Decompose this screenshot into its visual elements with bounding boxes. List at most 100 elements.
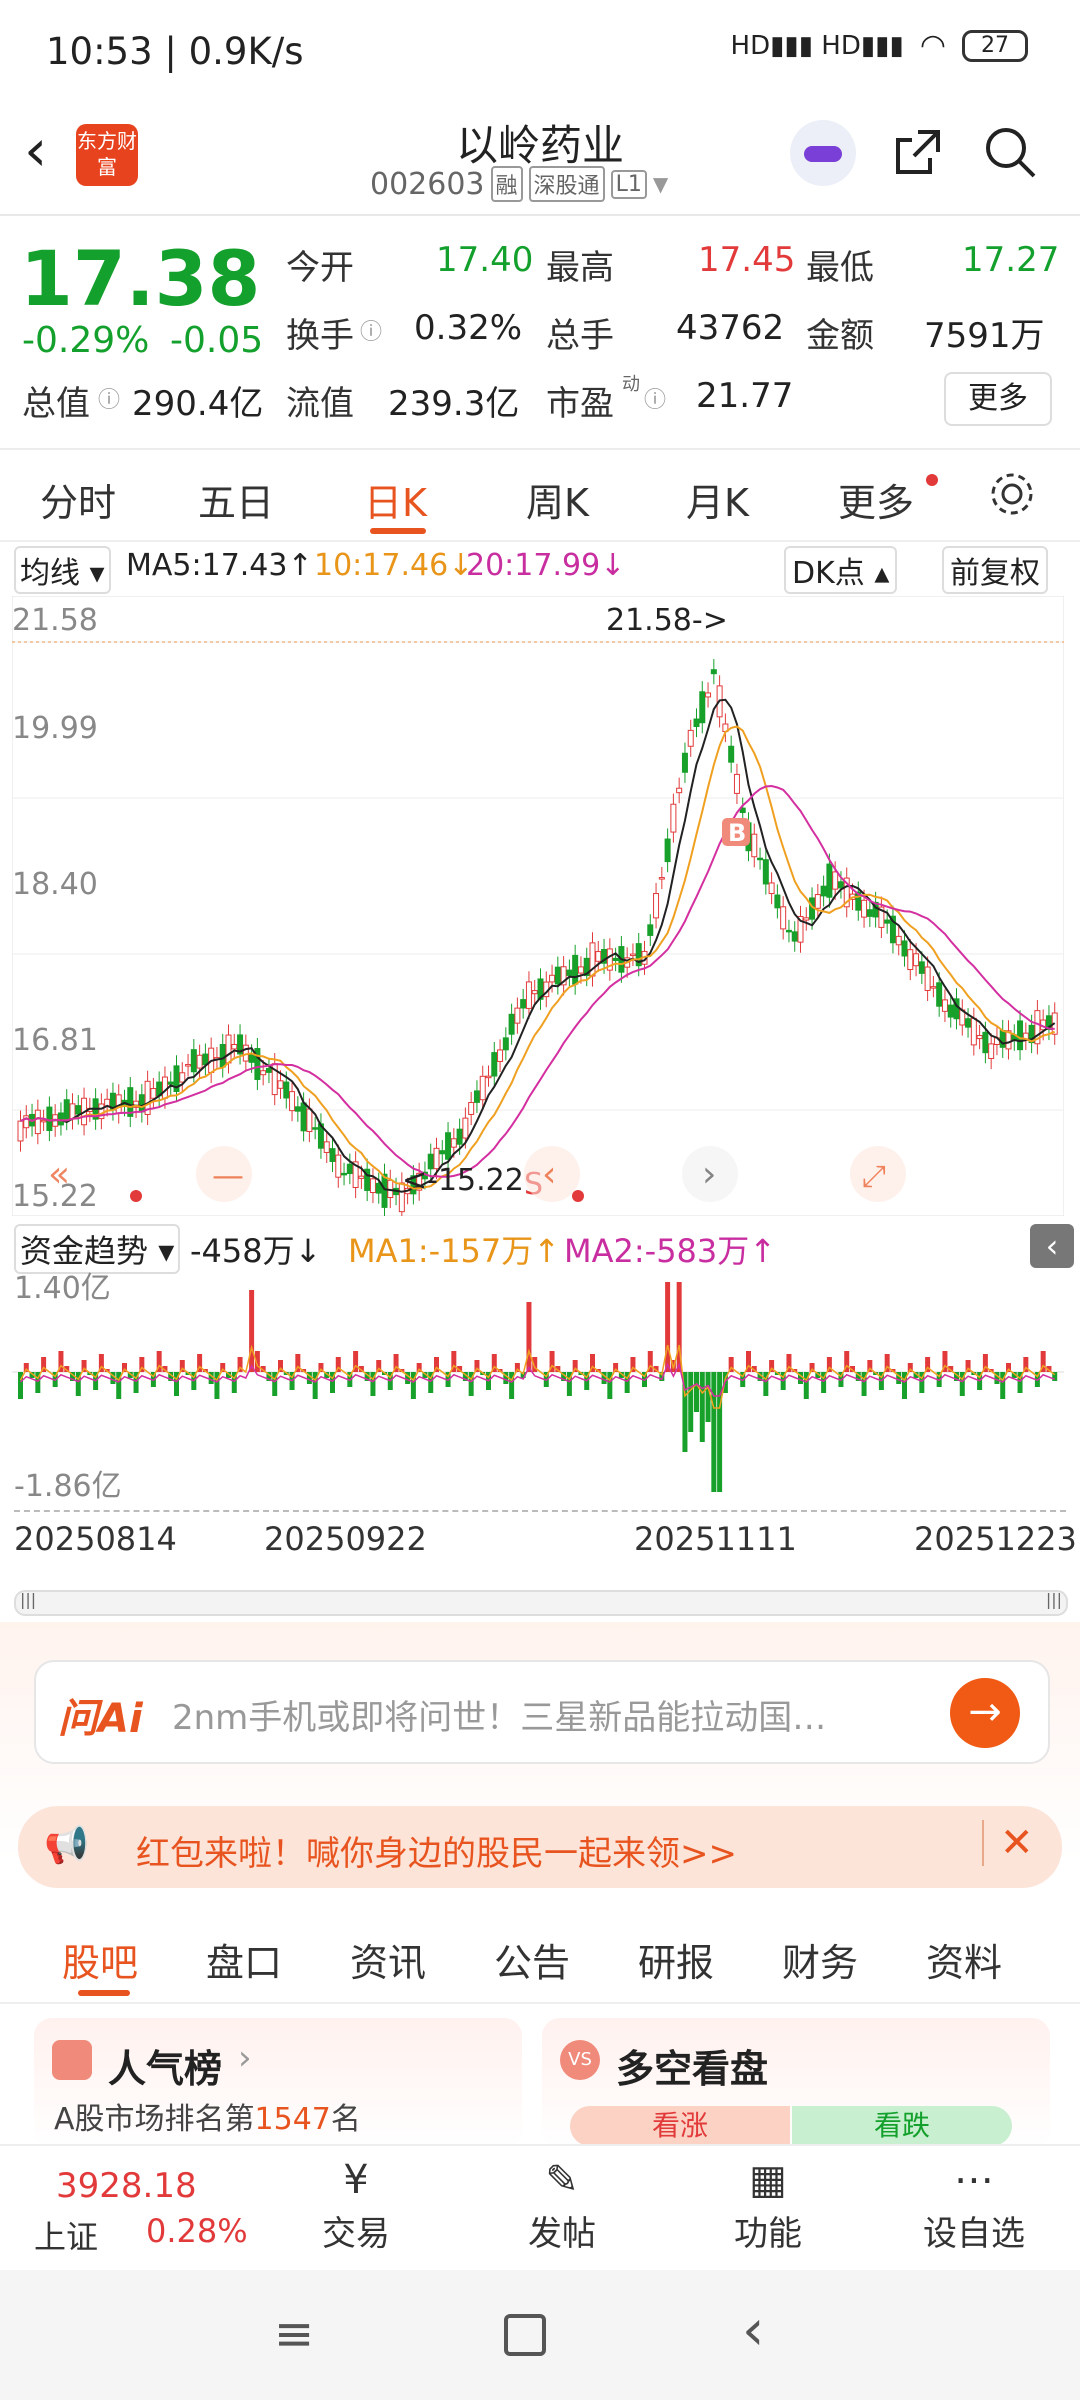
nav-add-watch[interactable]: ⋯ 设自选 — [904, 2154, 1044, 2255]
volume-label: 总手 — [546, 316, 614, 356]
date-axis: 20250814 20250922 20251111 20251223 — [14, 1510, 1077, 1558]
fund-bottom-label: -1.86亿 — [14, 1469, 122, 1502]
y-label-2: 19.99 — [12, 711, 98, 746]
pe-superscript: 动 — [622, 374, 640, 395]
kline-chart[interactable]: 21.58 19.99 18.40 16.81 15.22 21.58-> <-… — [11, 595, 1065, 1223]
fund-ma1: MA1:-157万↑ — [348, 1232, 561, 1270]
chart-bars-icon — [52, 2040, 92, 2080]
tab-news[interactable]: 资讯 — [350, 1932, 426, 1987]
high-marker: 21.58-> — [606, 603, 728, 638]
tab-monthly-k[interactable]: 月K — [686, 472, 749, 527]
mcap-label: 总值 — [22, 384, 90, 424]
fund-chart[interactable]: 1.40亿 -1.86亿 — [12, 1271, 1064, 1504]
scroll-handle-left[interactable]: ||| — [20, 1590, 36, 1609]
bull-button[interactable]: 看涨 — [570, 2106, 790, 2146]
low-value: 17.27 — [962, 240, 1060, 280]
ai-label: 问Ai — [58, 1696, 143, 1742]
quote-panel: 17.38 -0.29% -0.05 今开 17.40 最高 17.45 最低 … — [0, 216, 1080, 450]
search-icon[interactable] — [980, 122, 1040, 182]
range-scrollbar[interactable]: ||| ||| — [14, 1590, 1068, 1616]
dropdown-icon: ▼ — [652, 172, 669, 196]
stock-code-row[interactable]: 002603 融 深股通 L1 ▼ — [370, 166, 668, 202]
info-icon[interactable]: ⓘ — [644, 382, 666, 414]
ma-legend-bar: 均线 ▾ MA5:17.43↑ 10:17.46↓ 20:17.99↓ DK点 … — [14, 546, 1074, 594]
scroll-left-icon[interactable]: « — [48, 1154, 70, 1195]
stock-code: 002603 — [370, 166, 485, 202]
tab-more[interactable]: 更多 — [838, 472, 914, 527]
nav-post-label: 发帖 — [528, 2214, 596, 2254]
nav-post[interactable]: ✎ 发帖 — [492, 2154, 632, 2255]
info-icon[interactable]: ⓘ — [360, 314, 382, 346]
tab-research[interactable]: 研报 — [638, 1932, 714, 1987]
nav-trade[interactable]: ¥ 交易 — [286, 2154, 426, 2255]
fund-indicator-select[interactable]: 资金趋势 ▾ — [14, 1224, 181, 1274]
tab-finance[interactable]: 财务 — [782, 1932, 858, 1987]
tab-weekly-k[interactable]: 周K — [526, 472, 589, 527]
share-icon[interactable] — [888, 122, 948, 182]
date-label-3: 20251111 — [634, 1520, 797, 1558]
y-label-4: 16.81 — [12, 1023, 98, 1058]
bear-button[interactable]: 看跌 — [792, 2106, 1012, 2146]
tab-intraday[interactable]: 分时 — [40, 472, 116, 527]
indicator-select[interactable]: 均线 ▾ — [14, 546, 111, 594]
low-marker: <-15.22 — [402, 1163, 524, 1198]
tab-profile[interactable]: 资料 — [926, 1932, 1002, 1987]
more-button[interactable]: 更多 — [944, 372, 1052, 426]
home-icon[interactable] — [504, 2314, 546, 2356]
fund-svg: 1.40亿 -1.86亿 — [12, 1271, 1064, 1504]
tab-forum[interactable]: 股吧 — [62, 1932, 138, 1987]
tag-margin: 融 — [490, 166, 523, 202]
tab-daily-k[interactable]: 日K — [364, 472, 427, 527]
edit-icon: ✎ — [545, 2157, 579, 2203]
nav-functions-label: 功能 — [734, 2214, 802, 2254]
fund-ma2: MA2:-583万↑ — [564, 1232, 777, 1270]
red-packet-banner[interactable]: 📢 红包来啦！喊你身边的股民一起来领>> ✕ — [18, 1806, 1062, 1888]
tab-orderbook[interactable]: 盘口 — [206, 1932, 282, 1987]
collapse-panel-button[interactable]: ‹ — [1030, 1224, 1074, 1268]
close-icon[interactable]: ✕ — [982, 1820, 1034, 1866]
notification-dot — [926, 474, 938, 486]
fund-value: -458万↓ — [190, 1232, 322, 1270]
ma5-label: MA5:17.43↑ — [126, 548, 313, 583]
arrow-right-icon[interactable]: → — [950, 1678, 1020, 1748]
volume-value: 43762 — [676, 308, 785, 348]
dk-point-select[interactable]: DK点 ▴ — [784, 546, 898, 594]
menu-icon[interactable]: ≡ — [274, 2306, 314, 2362]
back-icon[interactable]: ‹ — [24, 120, 74, 180]
system-nav: ≡ ‹ — [0, 2270, 1080, 2400]
last-price: 17.38 — [20, 234, 261, 323]
index-value[interactable]: 3928.18 — [56, 2166, 197, 2206]
open-label: 今开 — [286, 248, 354, 288]
battery-icon: 27 — [962, 29, 1028, 62]
nav-functions[interactable]: ▦ 功能 — [698, 2154, 838, 2255]
date-label-4: 20251223 — [914, 1520, 1077, 1558]
scroll-handle-right[interactable]: ||| — [1046, 1590, 1062, 1609]
high-label: 最高 — [546, 248, 614, 288]
amount-value: 7591万 — [924, 316, 1045, 356]
tab-five-day[interactable]: 五日 — [198, 472, 274, 527]
signal-icon: HD▮▮▮ HD▮▮▮ — [730, 30, 904, 61]
tag-connect: 深股通 — [528, 166, 605, 202]
turnover-label: 换手 — [286, 316, 354, 356]
popularity-card[interactable]: 人气榜 › A股市场排名第1547名 — [34, 2018, 522, 2148]
settings-gear-icon[interactable] — [986, 468, 1038, 520]
kline-svg: 21.58 19.99 18.40 16.81 15.22 21.58-> <-… — [11, 595, 1065, 1223]
adjust-select[interactable]: 前复权 — [942, 546, 1048, 594]
bull-bear-card[interactable]: VS 多空看盘 看涨 看跌 — [542, 2018, 1050, 2148]
back-nav-icon[interactable]: ‹ — [742, 2298, 764, 2363]
fund-trend-bar: 资金趋势 ▾ -458万↓ MA1:-157万↑ MA2:-583万↑ ‹ — [14, 1224, 1074, 1274]
app-logo: 东方财富 — [76, 124, 138, 186]
date-label-2: 20250922 — [264, 1520, 427, 1558]
ai-news-box[interactable]: 问Ai 2nm手机或即将问世！三星新品能拉动国… → — [34, 1660, 1050, 1764]
period-tabs: 分时 五日 日K 周K 月K 更多 — [0, 450, 1080, 542]
change-amount: -0.05 — [170, 320, 264, 361]
date-label-1: 20250814 — [14, 1520, 177, 1558]
assistant-avatar-icon[interactable] — [790, 120, 856, 186]
buy-marker: B — [728, 819, 746, 847]
tab-announcements[interactable]: 公告 — [494, 1932, 570, 1987]
y-label-1: 21.58 — [12, 603, 98, 638]
info-icon[interactable]: ⓘ — [98, 382, 120, 414]
turnover-value: 0.32% — [414, 308, 523, 348]
yuan-circle-icon: ¥ — [343, 2157, 369, 2203]
megaphone-icon: 📢 — [44, 1825, 89, 1866]
